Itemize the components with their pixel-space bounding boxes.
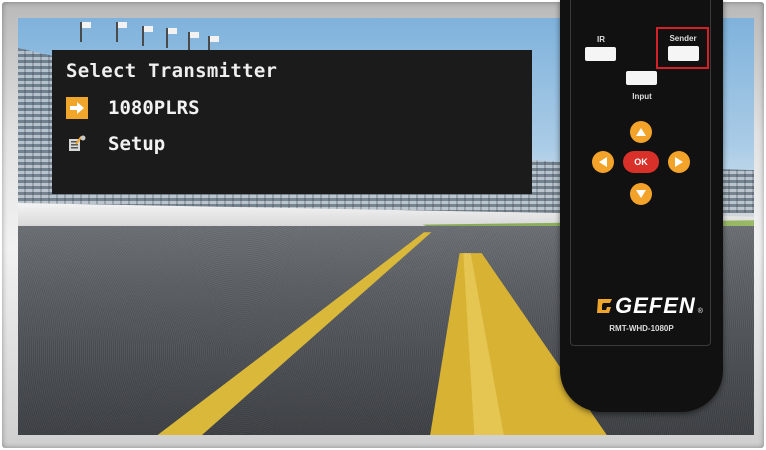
menu-item-label: Setup <box>108 133 166 155</box>
chevron-up-icon <box>636 128 646 136</box>
remote-faceplate: IR Sender Input OK GEFEN ® RMT-WHD-1080P <box>570 0 711 346</box>
chevron-left-icon <box>599 157 607 167</box>
brand-name: GEFEN <box>615 293 696 318</box>
sender-label: Sender <box>669 34 697 43</box>
model-number: RMT-WHD-1080P <box>609 324 674 333</box>
remote-control: IR Sender Input OK GEFEN ® RMT-WHD-1080P <box>560 0 723 412</box>
osd-menu: Select Transmitter 1080PLRS Setup <box>52 50 532 194</box>
flag-pole <box>166 28 177 48</box>
menu-item-transmitter[interactable]: 1080PLRS <box>66 90 532 126</box>
menu-item-label: 1080PLRS <box>108 97 200 119</box>
up-button[interactable] <box>630 121 652 143</box>
ir-button[interactable] <box>585 47 616 61</box>
registered-mark: ® <box>697 307 703 315</box>
flag-pole <box>142 26 153 46</box>
left-button[interactable] <box>592 151 614 173</box>
down-button[interactable] <box>630 183 652 205</box>
input-button[interactable] <box>626 71 657 85</box>
sender-button[interactable] <box>668 46 699 61</box>
flag-pole <box>80 22 91 42</box>
chevron-right-icon <box>675 157 683 167</box>
setup-icon <box>66 133 88 155</box>
menu-item-setup[interactable]: Setup <box>66 126 532 162</box>
right-button[interactable] <box>668 151 690 173</box>
ok-button[interactable]: OK <box>623 151 659 173</box>
flag-pole <box>188 32 199 52</box>
chevron-down-icon <box>636 190 646 198</box>
arrow-right-icon <box>66 97 88 119</box>
flag-pole <box>116 22 127 42</box>
input-label: Input <box>632 92 652 101</box>
ir-label: IR <box>597 35 605 44</box>
osd-menu-title: Select Transmitter <box>66 60 278 82</box>
gefen-logo: GEFEN ® <box>595 293 703 319</box>
gefen-logo-icon <box>597 299 612 313</box>
